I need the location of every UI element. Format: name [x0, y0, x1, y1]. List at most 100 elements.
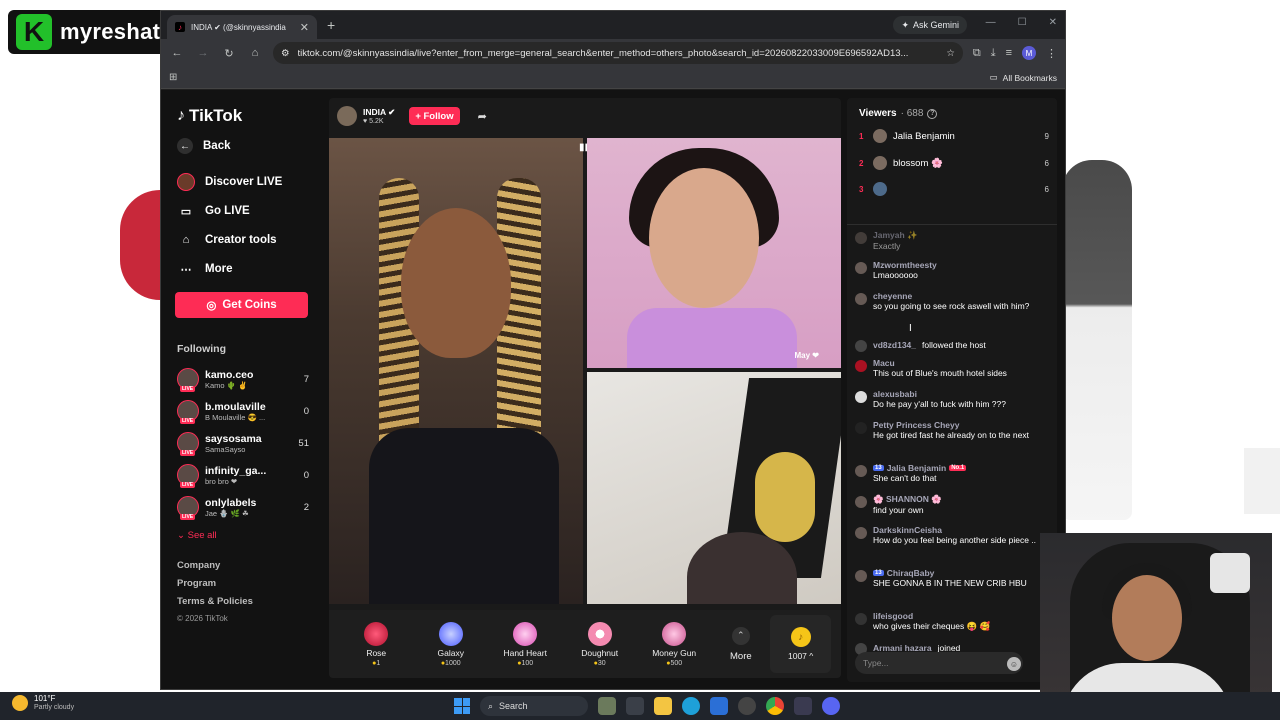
ask-gemini-label: Ask Gemini — [912, 20, 959, 30]
gift-item[interactable]: Galaxy ●1000 — [413, 621, 487, 667]
chat-user-row[interactable]: 13 Jalia Benjamin No.1 — [873, 463, 1051, 473]
nav-more[interactable]: ⋯ More — [177, 260, 233, 278]
following-count: 0 — [303, 405, 309, 417]
browser-tab-tiktok[interactable]: ♪ INDIA ✔ (@skinnyassindia ✕ — [167, 15, 317, 39]
site-info-icon[interactable]: ⚙ — [281, 48, 290, 59]
settings-gear-icon[interactable] — [738, 697, 756, 715]
footer-terms-link[interactable]: Terms & Policies — [177, 596, 253, 607]
follow-host-button[interactable]: + Follow — [409, 107, 460, 125]
download-icon[interactable]: ⤓ — [991, 47, 996, 60]
bookmark-star-icon[interactable]: ☆ — [946, 48, 955, 59]
chat-input[interactable]: Type... — [855, 652, 1023, 674]
chat-user[interactable]: DarkskinnCeisha — [873, 525, 1051, 535]
gift-item[interactable]: Rose ●1 — [339, 621, 413, 667]
file-explorer-icon[interactable] — [654, 697, 672, 715]
video-flag-art — [755, 452, 815, 542]
store-icon[interactable] — [710, 697, 728, 715]
following-item[interactable]: LIVE saysosama SamaSayso 51 — [177, 429, 309, 457]
all-bookmarks-button[interactable]: ▭ All Bookmarks — [990, 72, 1057, 83]
host-name[interactable]: INDIA ✔ — [363, 107, 395, 118]
emoji-icon[interactable]: ☺ — [1007, 657, 1021, 671]
chat-user[interactable]: lifeisgood — [873, 611, 1051, 621]
footer-links: Company Program Terms & Policies © 2026 … — [177, 560, 253, 623]
chat-user[interactable]: cheyenne — [873, 291, 1051, 301]
host-avatar[interactable] — [337, 106, 357, 126]
info-icon[interactable]: ? — [927, 108, 938, 119]
chat-user-row[interactable]: 13 ChiraqBaby — [873, 568, 1051, 578]
nav-creator-tools[interactable]: ⌂ Creator tools — [177, 231, 277, 249]
forward-arrow-icon[interactable]: → — [195, 47, 211, 59]
footer-company-link[interactable]: Company — [177, 560, 253, 571]
chat-user[interactable]: Macu — [873, 358, 1051, 368]
tiktok-logo[interactable]: ♪ TikTok — [177, 106, 242, 126]
guest-video-top[interactable]: May ❤ — [587, 138, 841, 368]
host-video[interactable] — [329, 138, 583, 604]
nav-discover-live[interactable]: Discover LIVE — [177, 173, 282, 191]
chat-user[interactable]: 🌸 SHANNON 🌸 — [873, 494, 1051, 505]
top-viewer-row[interactable]: 1 Jalia Benjamin 9 — [859, 126, 1049, 146]
discord-icon[interactable] — [822, 697, 840, 715]
chat-text: find your own — [873, 505, 924, 515]
following-item[interactable]: LIVE onlylabels Jae 🪬 🌿 ☘ 2 — [177, 493, 309, 521]
share-icon[interactable]: ➦ — [478, 110, 487, 123]
home-icon[interactable]: ⌂ — [247, 47, 263, 59]
following-item[interactable]: LIVE b.moulaville B Moulaville 😎 ... 0 — [177, 397, 309, 425]
chat-user[interactable]: Mzwormtheesty — [873, 260, 1051, 270]
extensions-icon[interactable]: ⧉ — [973, 47, 981, 60]
ask-gemini-button[interactable]: ✦ Ask Gemini — [893, 16, 967, 34]
footer-program-link[interactable]: Program — [177, 578, 253, 589]
following-item[interactable]: LIVE infinity_ga... bro bro ❤ 0 — [177, 461, 309, 489]
new-tab-icon[interactable]: + — [327, 17, 335, 33]
gift-price-value: 100 — [521, 659, 534, 667]
rose-gift-icon — [364, 621, 389, 646]
task-view-icon[interactable] — [626, 697, 644, 715]
gift-item[interactable]: Money Gun ●500 — [637, 621, 711, 667]
apps-grid-icon[interactable]: ⊞ — [169, 72, 177, 83]
taskbar-apps: ⌕ Search — [454, 696, 840, 716]
search-icon: ⌕ — [488, 700, 494, 711]
get-coins-button[interactable]: ◎ Get Coins — [175, 292, 308, 318]
chat-messages: Jamyah ✨ Exactly Mzwormtheesty Lmaoooooo c… — [847, 230, 1057, 655]
nav-go-live[interactable]: ▭ Go LIVE — [177, 202, 250, 220]
tab-title: INDIA ✔ (@skinnyassindia — [191, 22, 286, 32]
minimize-icon[interactable]: — — [986, 17, 996, 28]
taskbar-widget-icon[interactable] — [598, 697, 616, 715]
nav-discover-live-label: Discover LIVE — [205, 176, 283, 188]
back-arrow-icon[interactable]: ← — [169, 47, 185, 59]
chat-user[interactable]: Petty Princess Cheyy — [873, 420, 1051, 430]
viewers-header[interactable]: Viewers · 688 ? — [859, 108, 938, 119]
chat-message: alexusbabi Do he pay y'all to fuck with h… — [855, 389, 1051, 410]
coin-balance-button[interactable]: ♪ 1007 ^ — [770, 615, 831, 673]
see-all-link[interactable]: ⌄ See all — [177, 530, 217, 541]
top-viewer-row[interactable]: 3 6 — [859, 179, 1049, 199]
address-bar[interactable]: ⚙ tiktok.com/@skinnyassindia/live?enter_… — [273, 42, 963, 64]
chat-user[interactable]: alexusbabi — [873, 389, 1051, 399]
more-gifts-button[interactable]: ⌃ More — [711, 626, 770, 662]
chat-text: She can't do that — [873, 473, 937, 483]
maximize-icon[interactable]: ☐ — [1018, 17, 1027, 28]
following-item[interactable]: LIVE kamo.ceo Kamo 🌵 ✌ 7 — [177, 365, 309, 393]
media-controls-icon[interactable]: ≡ — [1006, 47, 1012, 59]
chat-user[interactable]: Jamyah ✨ — [873, 230, 1051, 241]
obs-icon[interactable] — [794, 697, 812, 715]
gift-item[interactable]: Doughnut ●30 — [562, 621, 636, 667]
nav-back[interactable]: ← Back — [177, 138, 231, 154]
top-viewer-row[interactable]: 2 blossom 🌸 6 — [859, 153, 1049, 173]
windows-start-icon[interactable] — [454, 698, 470, 714]
close-tab-icon[interactable]: ✕ — [300, 21, 309, 34]
chrome-icon[interactable] — [766, 697, 784, 715]
weather-widget[interactable]: 101°F Partly cloudy — [12, 694, 74, 711]
profile-avatar[interactable]: M — [1022, 46, 1036, 60]
edge-browser-icon[interactable] — [682, 697, 700, 715]
gift-item[interactable]: Hand Heart ●100 — [488, 621, 562, 667]
viewer-rank: 1 — [859, 131, 864, 141]
coin-balance: 1007 ^ — [787, 651, 814, 661]
taskbar-search[interactable]: ⌕ Search — [480, 696, 588, 716]
close-window-icon[interactable]: ✕ — [1049, 17, 1057, 28]
chat-user[interactable]: vd8zd134_ — [873, 340, 916, 350]
text-cursor-icon: I — [909, 323, 912, 334]
reload-icon[interactable]: ↻ — [221, 47, 237, 60]
guest-video-bottom[interactable] — [587, 372, 841, 604]
avatar — [873, 156, 887, 170]
menu-kebab-icon[interactable]: ⋮ — [1046, 47, 1057, 60]
